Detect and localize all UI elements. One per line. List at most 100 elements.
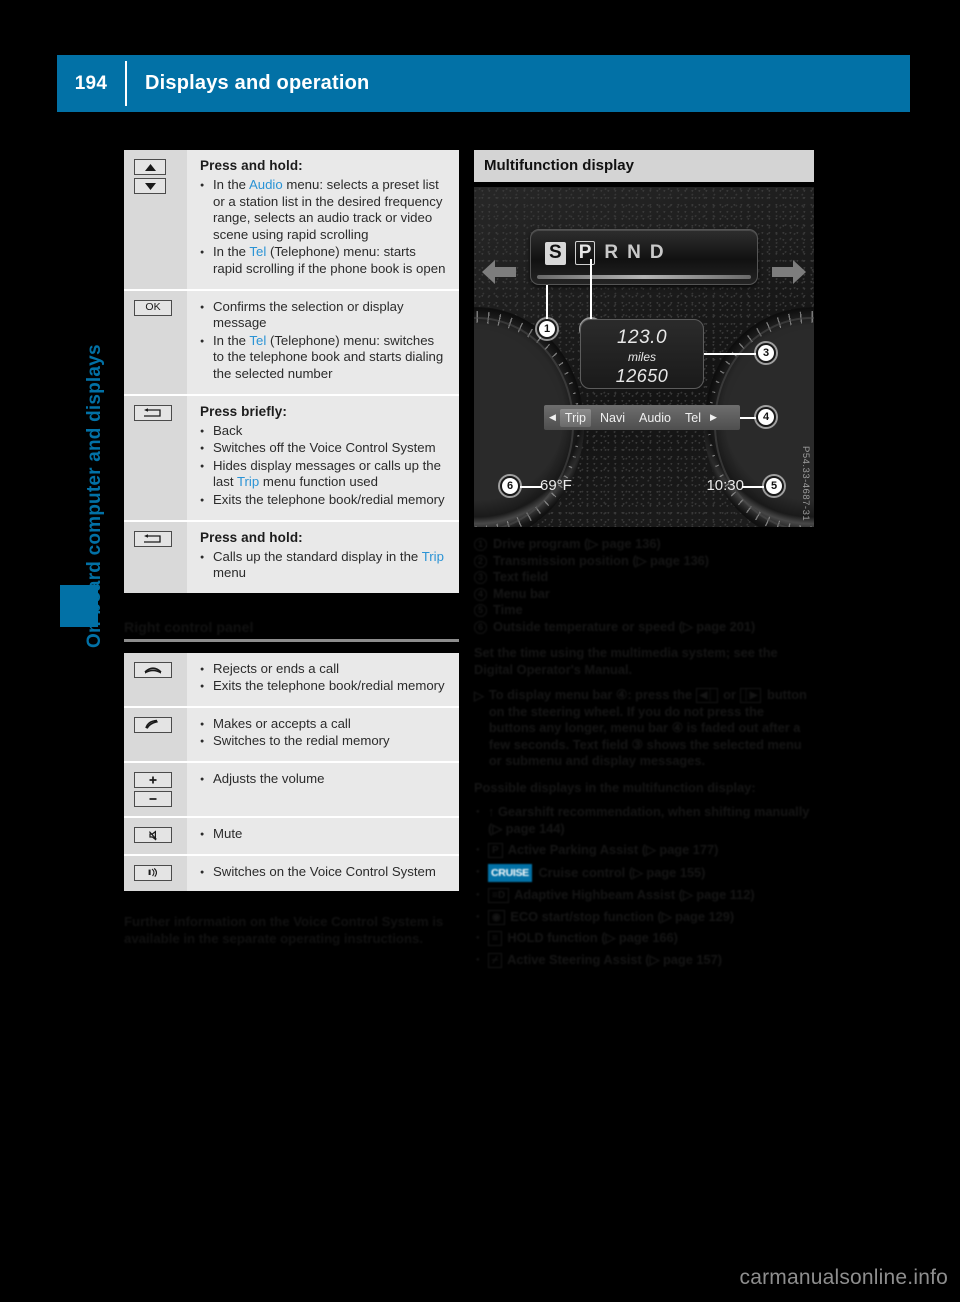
outside-temperature-value: 69°F (540, 477, 572, 494)
menu-item-trip[interactable]: Trip (559, 408, 591, 427)
page-title: Displays and operation (145, 72, 370, 94)
table-row: Adjusts the volume (124, 763, 459, 819)
menu-item-tel[interactable]: Tel (680, 409, 706, 427)
list-item-text: Active Parking Assist (▷ page 177) (507, 842, 719, 857)
list-item: In the Tel (Telephone) menu: starts rapi… (200, 244, 447, 277)
back-button[interactable] (134, 530, 172, 547)
list-item-text: Cruise control (▷ page 155) (538, 864, 706, 880)
voice-control-icon[interactable] (134, 864, 172, 881)
row-items: Confirms the selection or display messag… (200, 299, 447, 383)
row-body: Adjusts the volume (187, 763, 459, 816)
list-item-text: Adaptive Highbeam Assist (▷ page 112) (514, 887, 755, 902)
icon-cell (124, 395, 187, 520)
steering-assist-icon: ⌿ (488, 952, 502, 968)
list-item-text: HOLD function (▷ page 166) (507, 930, 678, 945)
left-arrow-illustration-icon (480, 257, 518, 287)
list-item: Rejects or ends a call (200, 661, 447, 678)
row-items: Back Switches off the Voice Control Syst… (200, 423, 447, 509)
highbeam-assist-icon: ≡D (488, 888, 510, 903)
figure-legend: 1 Drive program (▷ page 136) 2 Transmiss… (474, 536, 814, 635)
legend-text: Transmission position (▷ page 136) (493, 552, 710, 568)
text-field-display: 123.0 miles 12650 (580, 319, 704, 389)
section-rule (124, 638, 459, 642)
list-item: P Active Parking Assist (▷ page 177) (474, 842, 814, 859)
legend-text: Text field (493, 569, 549, 584)
menu-item-navi[interactable]: Navi (595, 409, 630, 427)
list-item: Hides display messages or calls up the l… (200, 458, 447, 491)
list-item: Switches on the Voice Control System (200, 864, 447, 881)
row-items: Switches on the Voice Control System (200, 864, 447, 881)
illustration-code: P54.33-4687-31 (800, 445, 811, 521)
keyword-tel: Tel (249, 244, 267, 260)
keyword-trip: Trip (421, 548, 444, 564)
table-row: Switches on the Voice Control System (124, 855, 459, 892)
table-row: Mute (124, 818, 459, 856)
eco-start-stop-icon: ◉ (488, 909, 505, 925)
callout-number: 3 (474, 571, 487, 584)
odometer-value: 12650 (615, 366, 669, 386)
legend-item: 2 Transmission position (▷ page 136) (474, 553, 814, 570)
accept-call-icon[interactable] (134, 716, 172, 733)
gear-indicator-panel: S P R N D (530, 229, 758, 285)
list-item: Exits the telephone book/redial memory (200, 492, 447, 509)
icon-cell (124, 521, 187, 593)
volume-up-icon[interactable] (134, 772, 172, 789)
possible-displays-heading: Possible displays in the multifunction d… (474, 779, 756, 795)
menu-bar-display: ◀ Trip Navi Audio Tel ▶ (544, 405, 740, 430)
list-item: Mute (200, 826, 447, 843)
step-body: To display menu bar ④: press the ◀│ or │… (489, 687, 814, 770)
left-arrow-button-icon: ◀│ (695, 688, 718, 703)
row-items: In the Audio menu: selects a preset list… (200, 177, 447, 278)
right-arrow-illustration-icon (770, 257, 808, 287)
legend-item: 3 Text field (474, 569, 814, 586)
end-call-icon[interactable] (134, 661, 172, 678)
transmission-position-n: N (627, 242, 641, 263)
table-row: Makes or accepts a call Switches to the … (124, 707, 459, 764)
footer-watermark: carmanualsonline.info (739, 1266, 948, 1289)
callout-number: 6 (474, 620, 487, 634)
list-item: Confirms the selection or display messag… (200, 299, 447, 332)
multifunction-display-title: Multifunction display (474, 150, 814, 182)
cruise-badge-icon: CRUISE (488, 863, 532, 882)
leader-line (546, 285, 548, 319)
leader-line (520, 486, 542, 488)
list-item-text: Gearshift recommendation, when shifting … (488, 804, 810, 836)
list-item: Back (200, 423, 447, 440)
callout-5: 5 (764, 476, 784, 496)
table-row: Press and hold: Calls up the standard di… (124, 521, 459, 593)
ok-button[interactable]: OK (134, 299, 172, 316)
step-line-2: or (723, 687, 736, 702)
page-number: 194 (74, 72, 108, 94)
row-body: Press briefly: Back Switches off the Voi… (187, 396, 459, 520)
up-arrow-button[interactable] (134, 159, 166, 175)
row-items: Rejects or ends a call Exits the telepho… (200, 661, 447, 695)
legend-text: Outside temperature or speed (▷ page 201… (493, 618, 756, 634)
down-arrow-button[interactable] (134, 178, 166, 194)
list-item: ≡ HOLD function (▷ page 166) (474, 930, 814, 947)
back-button[interactable] (134, 404, 172, 421)
row-body: Rejects or ends a call Exits the telepho… (187, 653, 459, 706)
leader-line (704, 353, 756, 355)
icon-cell (124, 150, 187, 289)
list-item: ↑ Gearshift recommendation, when shiftin… (474, 804, 814, 837)
cluster-status-row: 69°F 10:30 (540, 477, 744, 494)
row-heading: Press and hold: (200, 529, 303, 545)
mute-icon[interactable] (134, 827, 172, 844)
list-item: Calls up the standard display in the Tri… (200, 549, 447, 582)
menu-bar-left-arrow-icon: ◀ (549, 412, 556, 422)
list-item: In the Audio menu: selects a preset list… (200, 177, 447, 243)
trip-distance-value: 123.0 (616, 327, 668, 348)
row-body: Press and hold: Calls up the standard di… (187, 522, 459, 593)
menu-item-audio[interactable]: Audio (634, 409, 676, 427)
step-triangle-icon: ▷ (474, 688, 484, 703)
volume-down-icon[interactable] (134, 791, 172, 808)
right-arrow-button-icon: │▶ (739, 688, 762, 703)
right-control-panel-table: Rejects or ends a call Exits the telepho… (124, 652, 459, 892)
legend-text: Menu bar (493, 585, 550, 601)
leader-line (740, 417, 756, 419)
icon-cell: OK (124, 290, 187, 394)
list-item-text: Active Steering Assist (▷ page 157) (507, 951, 722, 967)
legend-item: 4 Menu bar (474, 586, 814, 603)
instruction-step: ▷ To display menu bar ④: press the ◀│ or… (474, 687, 814, 770)
icon-cell (124, 763, 187, 817)
